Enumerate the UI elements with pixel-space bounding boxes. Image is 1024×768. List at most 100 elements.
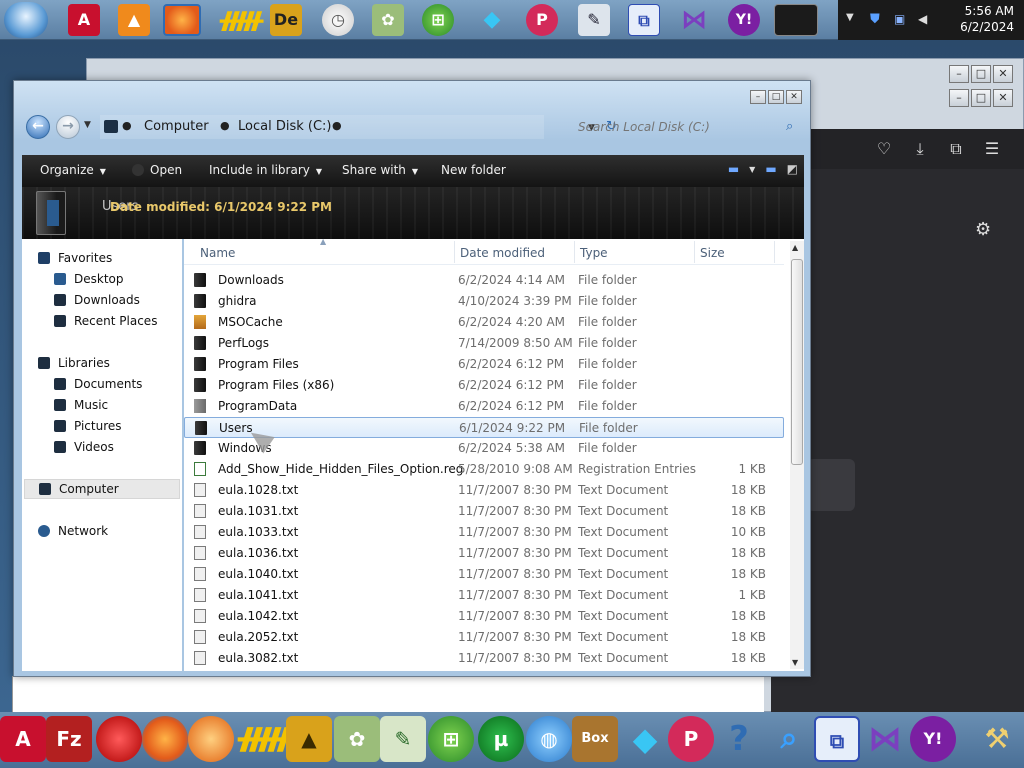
network-icon[interactable]: ▣ (894, 12, 905, 26)
minimize-button[interactable]: – (949, 65, 969, 83)
search-icon[interactable]: ⌕ (766, 716, 812, 762)
close-button[interactable]: ✕ (993, 65, 1013, 83)
windows-icon[interactable]: ⊞ (422, 4, 454, 36)
column-divider[interactable] (774, 241, 775, 263)
file-row[interactable]: eula.1033.txt 11/7/2007 8:30 PM Text Docum… (184, 522, 784, 543)
gear-icon[interactable]: ⚙ (975, 219, 991, 240)
clock[interactable]: 5:56 AM 6/2/2024 (960, 3, 1014, 35)
minimize-button[interactable]: – (949, 89, 969, 107)
column-name[interactable]: Name (200, 246, 235, 260)
firefox-icon[interactable] (163, 4, 201, 36)
nav-pictures[interactable]: Pictures (54, 419, 122, 439)
nav-music[interactable]: Music (54, 398, 108, 418)
flower-icon[interactable]: ✿ (372, 4, 404, 36)
maximize-button[interactable]: □ (971, 89, 991, 107)
open-button[interactable]: Open (132, 163, 182, 177)
paint-icon[interactable]: P (526, 4, 558, 36)
organize-button[interactable]: Organize ▼ (40, 163, 106, 177)
remote-icon[interactable]: ⧉ (628, 4, 660, 36)
maximize-button[interactable]: □ (768, 90, 784, 104)
nav-libraries[interactable]: Libraries (38, 356, 110, 376)
clock-icon[interactable]: ◷ (322, 4, 354, 36)
file-row[interactable]: Windows 6/2/2024 5:38 AM File folder (184, 438, 784, 459)
file-row[interactable]: PerfLogs 7/14/2009 8:50 AM File folder (184, 333, 784, 354)
gem-icon[interactable]: ◆ (622, 716, 668, 762)
new-folder-button[interactable]: New folder (441, 163, 506, 177)
change-view-icon[interactable]: ▬ (728, 162, 739, 178)
windows-icon[interactable]: ⊞ (428, 716, 474, 762)
notepad-icon[interactable]: ✎ (380, 716, 426, 762)
file-row[interactable]: eula.1042.txt 11/7/2007 8:30 PM Text Docum… (184, 606, 784, 627)
tools-icon[interactable]: ⚒ (974, 716, 1020, 762)
nav-desktop[interactable]: Desktop (54, 272, 124, 292)
nav-network[interactable]: Network (38, 524, 108, 544)
scroll-thumb[interactable] (791, 259, 803, 465)
file-row[interactable]: Users 6/1/2024 9:22 PM File folder (184, 417, 784, 438)
red-ball-icon[interactable] (96, 716, 142, 762)
preview-pane-icon[interactable]: ▬ (765, 162, 776, 178)
virtualbox-icon[interactable]: Box (572, 716, 618, 762)
visual-studio-icon[interactable]: ⋈ (862, 716, 908, 762)
box-icon[interactable]: ▲ (286, 716, 332, 762)
vlc-icon[interactable]: ▲ (118, 4, 150, 36)
file-row[interactable]: eula.1031.txt 11/7/2007 8:30 PM Text Docum… (184, 501, 784, 522)
utorrent-icon[interactable]: µ (478, 716, 524, 762)
breadcrumb-local-disk[interactable]: Local Disk (C:) (238, 119, 331, 134)
visual-studio-icon[interactable]: ⋈ (678, 4, 710, 36)
download-icon[interactable]: ⤓ (909, 139, 931, 161)
volume-icon[interactable]: ◀ (918, 12, 927, 26)
nav-recent-places[interactable]: Recent Places (54, 314, 157, 334)
file-row[interactable]: eula.3082.txt 11/7/2007 8:30 PM Text Docum… (184, 648, 784, 669)
file-row[interactable]: eula.2052.txt 11/7/2007 8:30 PM Text Docum… (184, 627, 784, 648)
filezilla-icon[interactable]: Fz (46, 716, 92, 762)
breadcrumb-separator-icon[interactable]: ● (220, 119, 230, 132)
tray-expand-icon[interactable]: ▼ (846, 12, 854, 23)
include-in-library-button[interactable]: Include in library ▼ (209, 163, 322, 177)
aim-icon[interactable]: ᚏ (238, 716, 292, 762)
file-row[interactable]: Downloads 6/2/2024 4:14 AM File folder (184, 270, 784, 291)
file-row[interactable]: MSOCache 6/2/2024 4:20 AM File folder (184, 312, 784, 333)
address-bar[interactable]: ● Computer ● Local Disk (C:) ● ▼ ↻ (100, 115, 617, 139)
photoshop-icon[interactable]: De (270, 4, 302, 36)
remote-icon[interactable]: ⧉ (814, 716, 860, 762)
gem-icon[interactable]: ◆ (476, 4, 508, 36)
nav-videos[interactable]: Videos (54, 440, 114, 460)
close-button[interactable]: ✕ (786, 90, 802, 104)
scroll-up-icon[interactable]: ▲ (792, 243, 798, 252)
file-row[interactable]: Add_Show_Hide_Hidden_Files_Option.reg 5/2… (184, 459, 784, 480)
nav-downloads[interactable]: Downloads (54, 293, 140, 313)
view-dropdown-icon[interactable]: ▼ (749, 162, 755, 178)
file-row[interactable]: ProgramData 6/2/2024 6:12 PM File folder (184, 396, 784, 417)
terminal-icon[interactable] (774, 4, 818, 36)
pocket-icon[interactable]: ♡ (873, 139, 895, 161)
column-size[interactable]: Size (700, 246, 725, 260)
orange-ball-icon[interactable] (188, 716, 234, 762)
forward-button[interactable]: → (56, 115, 80, 139)
share-with-button[interactable]: Share with ▼ (342, 163, 418, 177)
breadcrumb-separator-icon[interactable]: ● (122, 119, 132, 132)
close-button[interactable]: ✕ (993, 89, 1013, 107)
yahoo-icon[interactable]: Y! (910, 716, 956, 762)
file-row[interactable]: Program Files 6/2/2024 6:12 PM File folder (184, 354, 784, 375)
file-row[interactable]: eula.1040.txt 11/7/2007 8:30 PM Text Docum… (184, 564, 784, 585)
aim-icon[interactable]: ᚏ (220, 4, 263, 36)
paint-icon[interactable]: P (668, 716, 714, 762)
file-row[interactable]: eula.1028.txt 11/7/2007 8:30 PM Text Docum… (184, 480, 784, 501)
help-icon[interactable]: ? (716, 716, 762, 762)
back-button[interactable]: ← (26, 115, 50, 139)
scroll-down-icon[interactable]: ▼ (792, 658, 798, 667)
nav-favorites[interactable]: Favorites (38, 251, 112, 271)
breadcrumb-computer[interactable]: Computer (144, 119, 209, 134)
search-input[interactable] (570, 115, 802, 139)
shield-icon[interactable]: ⛊ (870, 12, 880, 27)
acrobat-icon[interactable]: A (0, 716, 46, 762)
extensions-icon[interactable]: ⧉ (945, 139, 967, 161)
nav-computer[interactable]: Computer (24, 479, 180, 499)
nav-documents[interactable]: Documents (54, 377, 142, 397)
acrobat-icon[interactable]: A (68, 4, 100, 36)
search-icon[interactable]: ⌕ (786, 119, 793, 134)
column-divider[interactable] (454, 241, 455, 263)
breadcrumb-separator-icon[interactable]: ● (332, 119, 342, 132)
column-type[interactable]: Type (580, 246, 608, 260)
column-divider[interactable] (694, 241, 695, 263)
